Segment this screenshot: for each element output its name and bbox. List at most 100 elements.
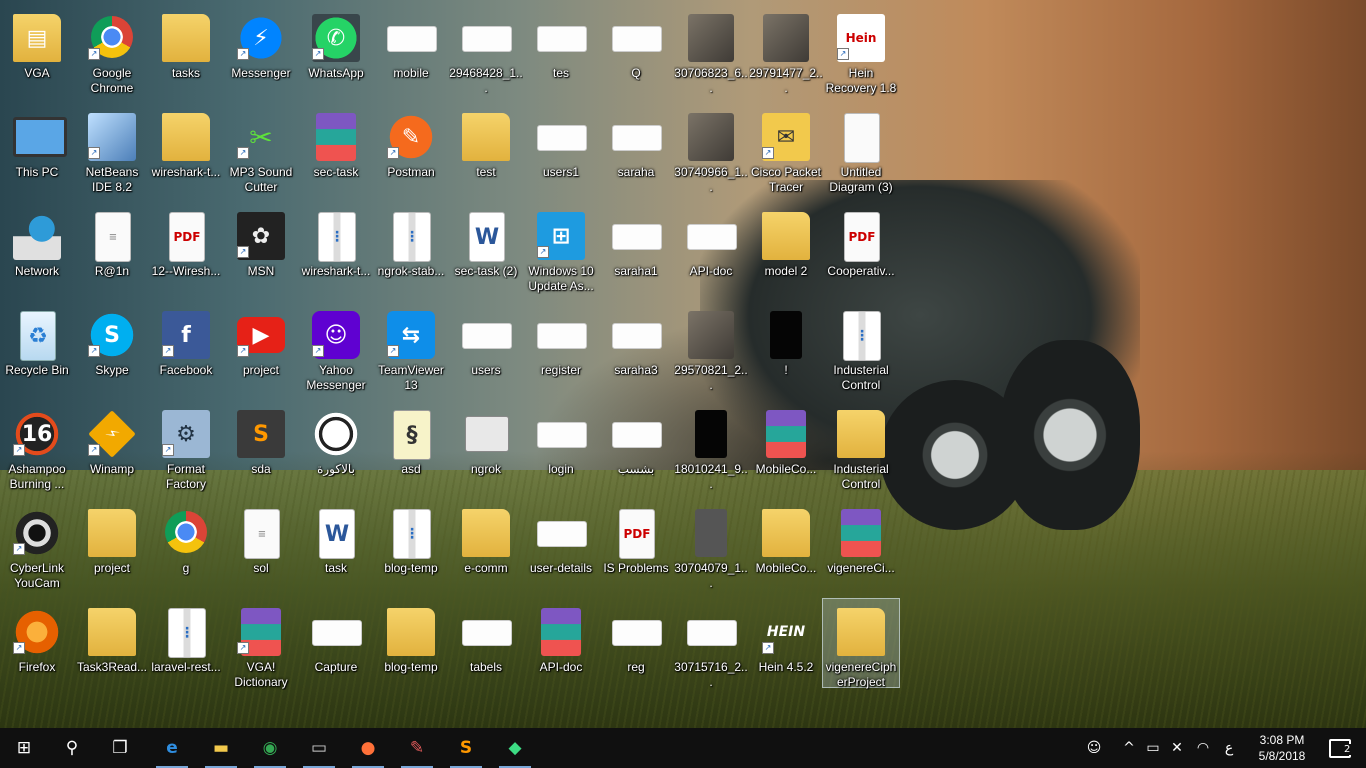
- desktop-icon[interactable]: بشسب: [599, 404, 673, 500]
- desktop-icon[interactable]: reg: [599, 602, 673, 698]
- desktop-icon[interactable]: MobileCo...: [749, 503, 823, 599]
- desktop-icon[interactable]: 16 ↗ Ashampoo Burning ...: [0, 404, 74, 500]
- desktop-icon[interactable]: Network: [0, 206, 74, 302]
- desktop-icon[interactable]: 30704079_1...: [674, 503, 748, 599]
- desktop-icon[interactable]: PDF 12--Wiresh...: [149, 206, 223, 302]
- volume-button[interactable]: ✕: [1166, 728, 1188, 768]
- desktop-icon[interactable]: 29570821_2...: [674, 305, 748, 401]
- desktop-icon[interactable]: Wsec-task (2): [449, 206, 523, 302]
- desktop-icon[interactable]: ♻ Recycle Bin: [0, 305, 74, 401]
- desktop-icon[interactable]: HEIN ↗ Hein 4.5.2: [749, 602, 823, 698]
- desktop-icon[interactable]: ✎ ↗ Postman: [374, 107, 448, 203]
- search-button[interactable]: ⚲: [48, 728, 96, 768]
- desktop-icon[interactable]: ngrok: [449, 404, 523, 500]
- desktop-icon[interactable]: ☺ ↗ Yahoo Messenger: [299, 305, 373, 401]
- action-center-button[interactable]: 2: [1320, 728, 1360, 768]
- desktop-icon[interactable]: ✿ ↗ MSN: [224, 206, 298, 302]
- show-hidden-icons-button[interactable]: ^: [1118, 728, 1140, 768]
- desktop-icon[interactable]: ↗ NetBeans IDE 8.2: [75, 107, 149, 203]
- desktop-icon[interactable]: 30740966_1...: [674, 107, 748, 203]
- taskbar-app-button[interactable]: ◆: [491, 728, 539, 768]
- desktop-icon[interactable]: API-doc: [674, 206, 748, 302]
- start-button[interactable]: ⊞: [0, 728, 48, 768]
- desktop-icon[interactable]: Q: [599, 8, 673, 104]
- desktop-icon[interactable]: tes: [524, 8, 598, 104]
- desktop-icon[interactable]: saraha3: [599, 305, 673, 401]
- desktop-icon[interactable]: ⋮ Industerial Control: [824, 305, 898, 401]
- desktop-icon[interactable]: ▶ ↗ project: [224, 305, 298, 401]
- desktop-icon[interactable]: e-comm: [449, 503, 523, 599]
- taskbar-app-button[interactable]: ▬: [197, 728, 245, 768]
- desktop-icon[interactable]: 30706823_6...: [674, 8, 748, 104]
- desktop-icon[interactable]: Task3Read...: [75, 602, 149, 698]
- desktop-icon[interactable]: 29791477_2...: [749, 8, 823, 104]
- desktop-icon[interactable]: ✂ ↗ MP3 Sound Cutter: [224, 107, 298, 203]
- desktop-icon[interactable]: vigenereCi...: [824, 503, 898, 599]
- clock[interactable]: 3:08 PM 5/8/2018: [1244, 732, 1320, 764]
- desktop-icon[interactable]: ⚙ ↗ Format Factory: [149, 404, 223, 500]
- desktop-icon[interactable]: ▤ VGA: [0, 8, 74, 104]
- desktop-icon[interactable]: ⋮ ngrok-stab...: [374, 206, 448, 302]
- taskbar-app-button[interactable]: ◉: [246, 728, 294, 768]
- input-language-button[interactable]: ع: [1218, 728, 1240, 768]
- desktop-icon[interactable]: Untitled Diagram (3): [824, 107, 898, 203]
- desktop-icon[interactable]: API-doc: [524, 602, 598, 698]
- desktop-icon[interactable]: 29468428_1...: [449, 8, 523, 104]
- desktop-icon[interactable]: tabels: [449, 602, 523, 698]
- network-button[interactable]: ◠: [1192, 728, 1214, 768]
- desktop-icon[interactable]: mobile: [374, 8, 448, 104]
- desktop-icon[interactable]: PDF Cooperativ...: [824, 206, 898, 302]
- people-button[interactable]: ☺: [1080, 728, 1108, 768]
- desktop-icon[interactable]: saraha: [599, 107, 673, 203]
- desktop-icon[interactable]: Wtask: [299, 503, 373, 599]
- desktop-icon[interactable]: ≡ sol: [224, 503, 298, 599]
- battery-button[interactable]: ▭: [1142, 728, 1164, 768]
- desktop-icon[interactable]: register: [524, 305, 598, 401]
- desktop-icon[interactable]: ⇆ ↗ TeamViewer 13: [374, 305, 448, 401]
- desktop-icon[interactable]: test: [449, 107, 523, 203]
- desktop-icon[interactable]: vigenereCipherProject: [822, 598, 900, 698]
- desktop-icon[interactable]: Hein ↗ Hein Recovery 1.8: [824, 8, 898, 104]
- desktop-icon[interactable]: This PC: [0, 107, 74, 203]
- desktop-icon[interactable]: ⚡ ↗ Messenger: [224, 8, 298, 104]
- desktop-icon[interactable]: project: [75, 503, 149, 599]
- desktop-icon[interactable]: S ↗ Skype: [75, 305, 149, 401]
- desktop-icon[interactable]: saraha1: [599, 206, 673, 302]
- desktop-icon[interactable]: ⊞ ↗ Windows 10 Update As...: [524, 206, 598, 302]
- desktop-icon[interactable]: ↗ Firefox: [0, 602, 74, 698]
- task-view-button[interactable]: ❐: [96, 728, 144, 768]
- taskbar-app-button[interactable]: ✎: [393, 728, 441, 768]
- desktop-icon[interactable]: Industerial Control: [824, 404, 898, 500]
- taskbar-app-button[interactable]: ▭: [295, 728, 343, 768]
- desktop-icon[interactable]: ⋮ laravel-rest...: [149, 602, 223, 698]
- desktop-icon[interactable]: ↗ Google Chrome: [75, 8, 149, 104]
- desktop-icon[interactable]: model 2: [749, 206, 823, 302]
- desktop-icon[interactable]: § asd: [374, 404, 448, 500]
- desktop-icon[interactable]: user-details: [524, 503, 598, 599]
- taskbar-app-button[interactable]: e: [148, 728, 196, 768]
- desktop-icon[interactable]: users: [449, 305, 523, 401]
- taskbar-app-button[interactable]: S: [442, 728, 490, 768]
- desktop-icon[interactable]: 18010241_9...: [674, 404, 748, 500]
- taskbar-app-button[interactable]: ●: [344, 728, 392, 768]
- desktop-icon[interactable]: PDF IS Problems: [599, 503, 673, 599]
- desktop-icon[interactable]: 30715716_2...: [674, 602, 748, 698]
- desktop-icon[interactable]: ↗ CyberLink YouCam: [0, 503, 74, 599]
- desktop-icon[interactable]: sec-task: [299, 107, 373, 203]
- desktop-icon[interactable]: Ssda: [224, 404, 298, 500]
- desktop-icon[interactable]: users1: [524, 107, 598, 203]
- desktop-icon[interactable]: login: [524, 404, 598, 500]
- desktop-icon[interactable]: Capture: [299, 602, 373, 698]
- desktop-icon[interactable]: g: [149, 503, 223, 599]
- desktop-icon[interactable]: ⋮ blog-temp: [374, 503, 448, 599]
- desktop-icon[interactable]: tasks: [149, 8, 223, 104]
- desktop-icon[interactable]: ≡ R@1n: [75, 206, 149, 302]
- desktop-icon[interactable]: بالاكورة: [299, 404, 373, 500]
- desktop-icon[interactable]: ✉ ↗ Cisco Packet Tracer: [749, 107, 823, 203]
- desktop-icon[interactable]: MobileCo...: [749, 404, 823, 500]
- desktop-icon[interactable]: f ↗ Facebook: [149, 305, 223, 401]
- desktop-icon[interactable]: ✆ ↗ WhatsApp: [299, 8, 373, 104]
- desktop-icon[interactable]: ⚡ ↗ Winamp: [75, 404, 149, 500]
- desktop-icon[interactable]: ↗ VGA! Dictionary: [224, 602, 298, 698]
- desktop-icon[interactable]: !: [749, 305, 823, 401]
